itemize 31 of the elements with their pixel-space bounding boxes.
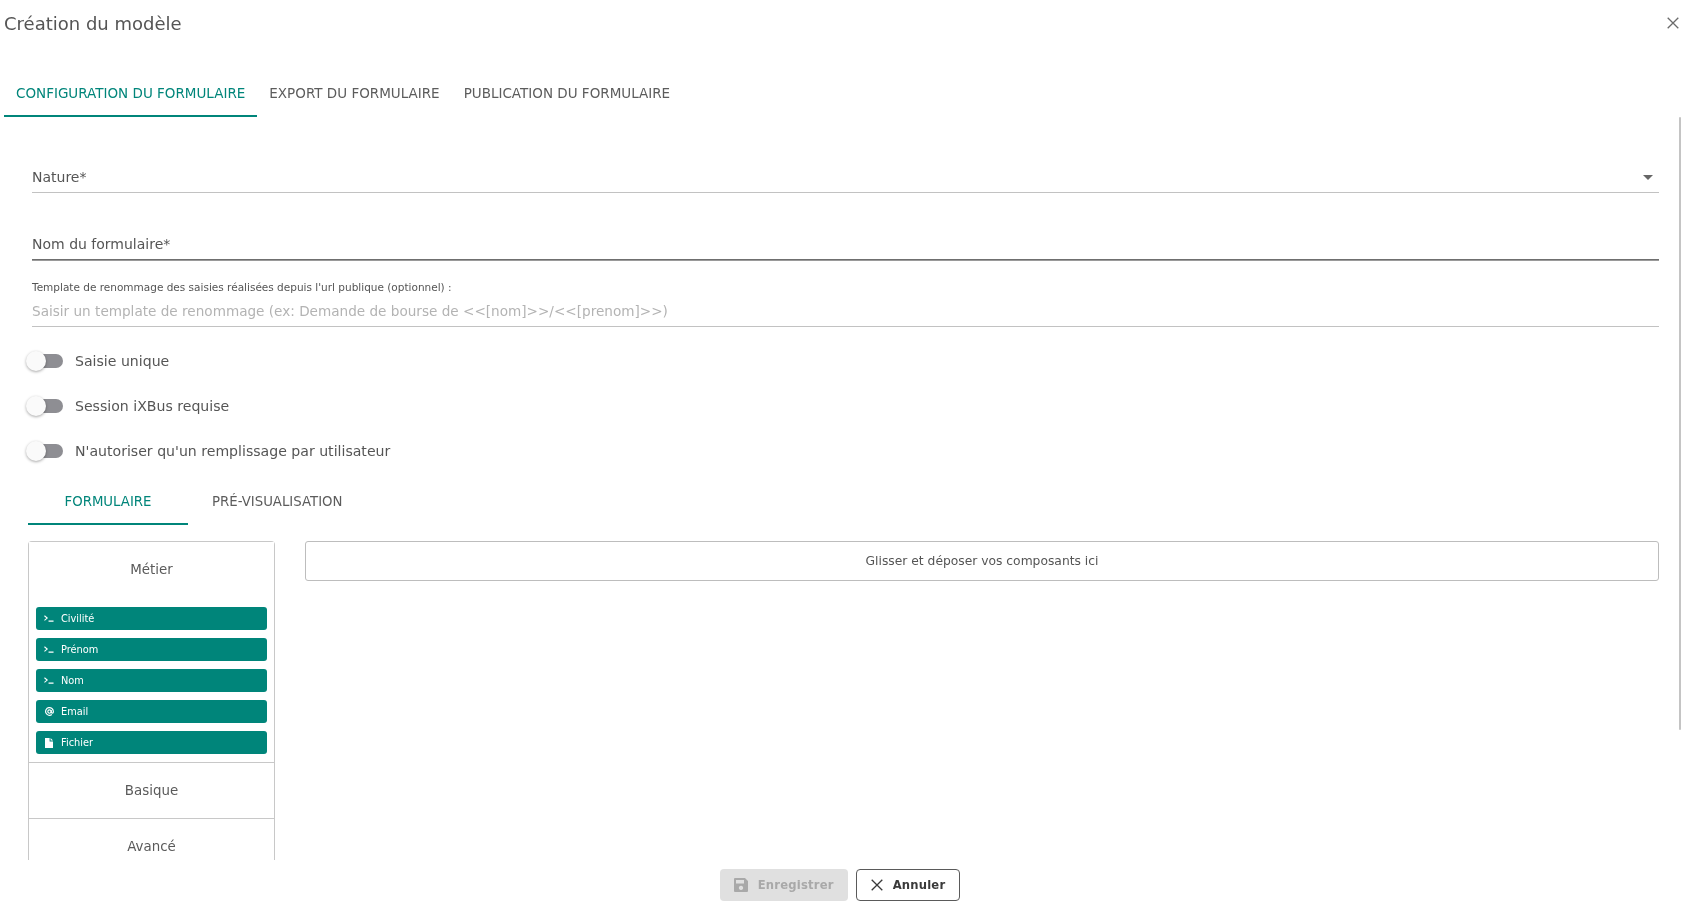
dialog-title: Création du modèle: [4, 12, 182, 34]
terminal-icon: [44, 646, 54, 653]
caret-icon: [1643, 174, 1653, 180]
tab[interactable]: PUBLICATION DU FORMULAIRE: [451, 69, 683, 117]
toggle-label: Session iXBus requise: [75, 397, 230, 414]
file-icon: [45, 737, 53, 748]
cancel-button[interactable]: Annuler: [855, 869, 961, 901]
at-sign-icon: [44, 707, 54, 716]
toggle-switch[interactable]: [26, 440, 63, 461]
component-item[interactable]: Email: [36, 700, 267, 723]
component-item[interactable]: Fichier: [36, 731, 267, 754]
toggle-label: N'autoriser qu'un remplissage par utilisateur: [75, 442, 391, 459]
drop-zone: Glisser et déposer vos composants ici: [305, 541, 1659, 581]
terminal-icon: [44, 615, 54, 622]
select-field[interactable]: Nature*: [32, 162, 1659, 193]
component-item[interactable]: Nom: [36, 669, 267, 692]
tab[interactable]: FORMULAIRE: [28, 477, 188, 525]
close-icon[interactable]: [1667, 17, 1679, 29]
save-icon: [733, 878, 748, 892]
component-item[interactable]: Prénom: [36, 638, 267, 661]
component-item[interactable]: Civilité: [36, 607, 267, 630]
toggle-switch[interactable]: [26, 395, 63, 416]
tab[interactable]: PRÉ-VISUALISATION: [188, 477, 367, 525]
scrollbar[interactable]: [1679, 117, 1681, 730]
toggle-switch[interactable]: [26, 350, 63, 371]
input-field[interactable]: Nom du formulaire*: [32, 229, 1659, 260]
tab[interactable]: EXPORT DU FORMULAIRE: [257, 69, 452, 117]
terminal-icon: [44, 677, 54, 684]
tab[interactable]: CONFIGURATION DU FORMULAIRE: [4, 69, 258, 117]
toggle-label: Saisie unique: [75, 352, 170, 369]
close-icon: [870, 879, 883, 891]
